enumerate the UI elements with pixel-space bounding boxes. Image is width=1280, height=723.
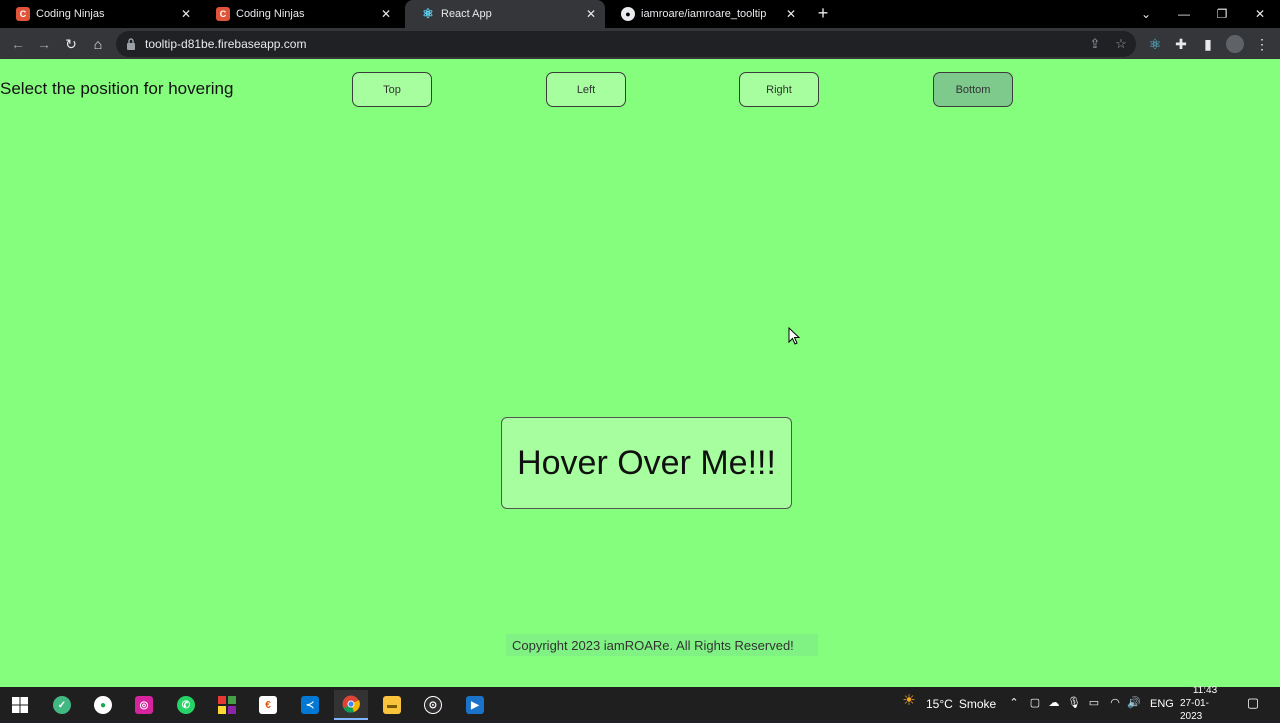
file-explorer-app-icon[interactable]: ▬ [375,690,409,720]
bookmark-star-icon[interactable]: ☆ [1111,34,1131,54]
coding-ninjas-icon: C [216,7,230,21]
vuejs-app-icon[interactable]: ✓ [45,690,79,720]
microphone-icon[interactable]: 🎙 [1066,695,1082,711]
chrome-app-icon[interactable] [334,690,368,720]
show-hidden-icons-chevron-icon[interactable]: ⌃ [1006,695,1022,711]
mongodb-app-icon[interactable]: ● [86,690,120,720]
clock-date: 27-01-2023 [1180,698,1209,722]
battery-icon[interactable]: ▭ [1086,695,1102,711]
whatsapp-app-icon[interactable]: ✆ [169,690,203,720]
windows-start-icon[interactable] [3,690,37,720]
weather-condition: Smoke [958,696,997,711]
tab-title: Coding Ninjas [236,8,305,20]
share-icon[interactable]: ⇪ [1085,34,1105,54]
browser-toolbar: ← → ↻ ⌂ tooltip-d81be.firebaseapp.com ⇪ … [0,28,1280,59]
new-tab-button[interactable]: + [812,2,834,24]
tab-coding-ninjas-2[interactable]: C Coding Ninjas ✕ [200,0,400,28]
volume-icon[interactable]: 🔊 [1126,695,1142,711]
close-icon[interactable]: ✕ [376,7,396,21]
windows-taskbar: ✓ ● ◎ ✆ € ≺ ▬ ⊙ ▶ ☀ 15°C Smoke ⌃ ▢ ☁ 🎙 ▭… [0,685,1280,722]
profile-avatar[interactable] [1223,32,1247,56]
tray-app-icon[interactable]: ▢ [1027,695,1043,711]
minimize-icon[interactable]: — [1165,0,1203,28]
weather-haze-icon[interactable]: ☀ [901,693,917,709]
media-player-app-icon[interactable]: ▶ [458,690,492,720]
close-icon[interactable]: ✕ [781,7,801,21]
url-text: tooltip-d81be.firebaseapp.com [145,37,307,51]
tab-title: React App [441,8,492,20]
onedrive-cloud-icon[interactable]: ☁ [1046,695,1062,711]
tab-title: iamroare/iamroare_tooltip [641,8,767,20]
hover-target[interactable]: Hover Over Me!!! [501,417,792,509]
side-panel-icon[interactable]: ▮ [1196,32,1220,56]
left-button[interactable]: Left [546,72,626,107]
clock-time: 11:43 [1192,685,1218,696]
copyright-footer: Copyright 2023 iamROARe. All Rights Rese… [506,634,818,656]
tab-title: Coding Ninjas [36,8,105,20]
react-icon: ⚛ [422,6,434,21]
tab-search-icon[interactable]: ⌄ [1127,0,1165,28]
browser-tab-strip: C Coding Ninjas ✕ C Coding Ninjas ✕ ⚛ Re… [0,0,1280,28]
notifications-icon[interactable]: ▢ [1245,695,1261,711]
weather-temp: 15°C [926,696,953,711]
color-grid-app-icon[interactable] [210,690,244,720]
vscode-app-icon[interactable]: ≺ [293,690,327,720]
tab-react-app[interactable]: ⚛ React App ✕ [405,0,605,28]
obs-app-icon[interactable]: ⊙ [416,690,450,720]
weather-widget[interactable]: 15°C Smoke [926,687,996,720]
address-bar[interactable]: tooltip-d81be.firebaseapp.com ⇪ ☆ [116,31,1136,57]
clock[interactable]: 11:43 27-01-2023 [1180,685,1230,722]
top-button[interactable]: Top [352,72,432,107]
language-indicator[interactable]: ENG [1150,687,1174,720]
reload-icon[interactable]: ↻ [59,32,83,56]
home-icon[interactable]: ⌂ [86,32,110,56]
mouse-cursor-icon [788,327,800,345]
close-icon[interactable]: ✕ [176,7,196,21]
position-prompt: Select the position for hovering [0,79,234,98]
extensions-puzzle-icon[interactable]: ✚ [1169,32,1193,56]
tab-coding-ninjas-1[interactable]: C Coding Ninjas ✕ [0,0,200,28]
close-icon[interactable]: ✕ [581,7,601,21]
coding-ninjas-icon: C [16,7,30,21]
forward-arrow-icon[interactable]: → [32,32,56,56]
right-button[interactable]: Right [739,72,819,107]
wifi-icon[interactable]: ◠ [1107,695,1123,711]
window-close-icon[interactable]: ✕ [1241,0,1279,28]
lock-icon [127,38,135,50]
github-icon: ● [621,7,635,21]
bottom-button[interactable]: Bottom [933,72,1013,107]
page-viewport: Select the position for hovering Top Lef… [0,59,1280,687]
back-arrow-icon[interactable]: ← [6,32,30,56]
restore-icon[interactable]: ❐ [1203,0,1241,28]
tab-github-repo[interactable]: ● iamroare/iamroare_tooltip ✕ [605,0,805,28]
instagram-app-icon[interactable]: ◎ [127,690,161,720]
react-devtools-icon[interactable]: ⚛ [1143,32,1167,56]
menu-kebab-icon[interactable]: ⋮ [1250,32,1274,56]
notes-app-icon[interactable]: € [251,690,285,720]
